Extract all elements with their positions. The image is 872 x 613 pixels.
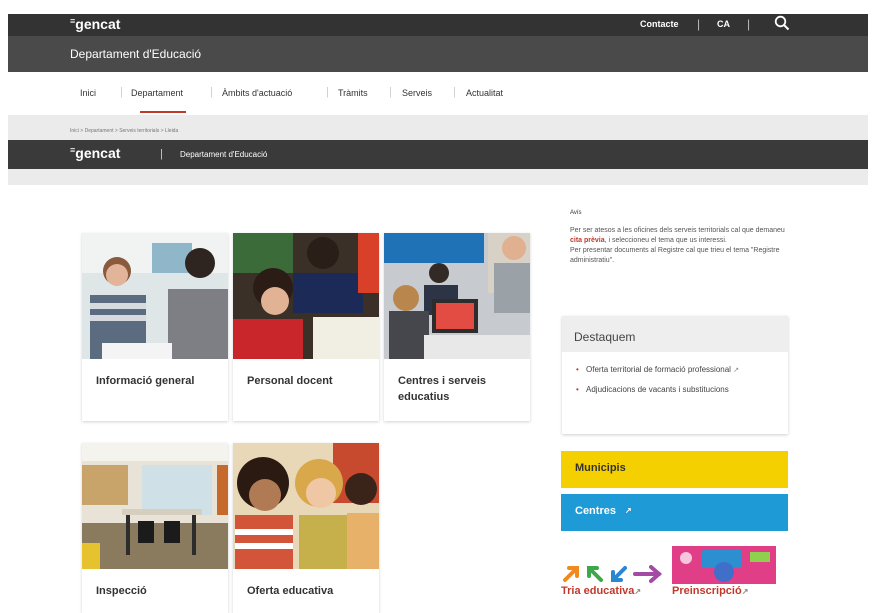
nav-active-indicator — [140, 111, 186, 113]
card-title: Informació general — [96, 375, 195, 387]
breadcrumb[interactable]: Inici > Departament > Serveis territoria… — [70, 128, 178, 134]
card-title: Oferta educativa — [247, 585, 334, 597]
external-link-icon: ↗ — [634, 587, 642, 596]
nav-item-inici[interactable]: Inici — [80, 88, 96, 98]
nav-separator: | — [453, 86, 456, 98]
card-inspeccio[interactable]: Inspecció — [82, 443, 228, 613]
search-icon[interactable] — [774, 15, 790, 31]
language-selector[interactable]: CA — [717, 19, 730, 29]
card-title: Personal docent — [247, 375, 333, 387]
nav-item-actualitat[interactable]: Actualitat — [466, 88, 503, 98]
tria-educativa-link[interactable]: Tria educativa↗ — [561, 585, 641, 597]
card-photo — [82, 443, 228, 569]
card-photo — [233, 233, 379, 359]
preinscripcio-link[interactable]: Preinscripció↗ — [672, 585, 748, 597]
nav-separator: | — [210, 86, 213, 98]
top-header-bar — [8, 14, 868, 36]
notice-text: Per ser atesos a les oficines dels serve… — [570, 227, 785, 264]
contact-link[interactable]: Contacte — [640, 19, 679, 29]
card-centres-serveis[interactable]: Centres i serveis educatius — [384, 233, 530, 421]
sticky-gencat-logo[interactable]: ≡gencat — [70, 145, 120, 161]
gencat-logo[interactable]: ≡gencat — [70, 16, 120, 32]
highlight-link-oferta-fp[interactable]: Oferta territorial de formació professio… — [576, 364, 776, 376]
nav-separator: | — [120, 86, 123, 98]
highlights-box: Destaquem Oferta territorial de formació… — [562, 316, 788, 434]
notice-heading: Avís — [570, 210, 582, 216]
nav-item-tramits[interactable]: Tràmits — [338, 88, 368, 98]
highlights-list: Oferta territorial de formació professio… — [576, 364, 776, 403]
cita-previa-link[interactable]: cita prèvia — [570, 237, 605, 244]
municipis-button[interactable]: Municipis — [561, 451, 788, 488]
card-oferta-educativa[interactable]: Oferta educativa — [233, 443, 379, 613]
sticky-header-bar — [8, 140, 868, 169]
highlights-title: Destaquem — [574, 330, 636, 344]
nav-item-serveis[interactable]: Serveis — [402, 88, 432, 98]
external-link-icon: ↗ — [733, 367, 740, 374]
card-title: Centres i serveis educatius — [398, 375, 487, 403]
nav-separator: | — [326, 86, 329, 98]
preinscripcio-banner[interactable] — [672, 546, 776, 584]
external-link-icon: ↗ — [741, 587, 749, 596]
card-informacio-general[interactable]: Informació general — [82, 233, 228, 421]
external-link-icon: ↗ — [625, 506, 632, 515]
card-photo — [233, 443, 379, 569]
nav-item-ambits[interactable]: Àmbits d'actuació — [222, 88, 292, 98]
card-photo — [82, 233, 228, 359]
nav-separator: | — [389, 86, 392, 98]
centres-button[interactable]: Centres ↗ — [561, 494, 788, 531]
sticky-department-title[interactable]: Departament d'Educació — [180, 150, 267, 159]
nav-item-departament[interactable]: Departament — [131, 88, 183, 98]
card-personal-docent[interactable]: Personal docent — [233, 233, 379, 421]
card-title: Inspecció — [96, 585, 147, 597]
header-separator: | — [747, 17, 751, 31]
department-title[interactable]: Departament d'Educació — [70, 47, 201, 61]
sticky-separator: | — [160, 148, 163, 160]
highlight-link-adjudicacions[interactable]: Adjudicacions de vacants i substitucions — [576, 384, 776, 395]
header-separator: | — [697, 17, 701, 31]
card-photo — [384, 233, 530, 359]
